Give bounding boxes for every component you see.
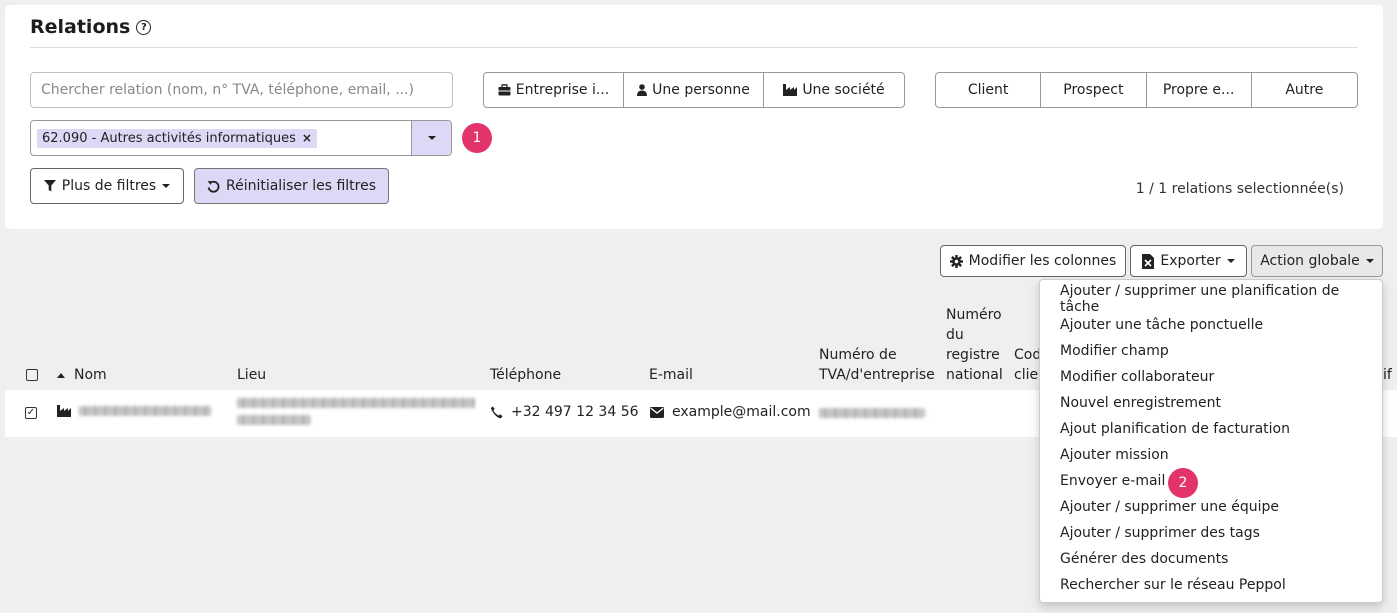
relation-category-filter: Client Prospect Propre e... Autre — [935, 72, 1358, 108]
menu-item-peppol-search[interactable]: Rechercher sur le réseau Peppol — [1040, 572, 1382, 598]
row-checkbox[interactable]: ✓ — [25, 407, 37, 419]
page-title: Relations ? — [30, 16, 152, 38]
activity-tag: 62.090 - Autres activités informatiques … — [37, 128, 317, 148]
column-header-place[interactable]: Lieu — [237, 365, 266, 385]
page-title-text: Relations — [30, 16, 131, 38]
reset-filters-label: Réinitialiser les filtres — [225, 178, 376, 194]
column-header-phone[interactable]: Téléphone — [490, 365, 561, 385]
edit-columns-label: Modifier les colonnes — [968, 253, 1117, 269]
column-header-nat-line: du — [946, 327, 964, 343]
export-button[interactable]: Exporter — [1130, 245, 1247, 277]
column-header-vat-line: Numéro de — [819, 347, 897, 363]
row-phone-cell[interactable]: +32 497 12 34 56 — [490, 404, 639, 420]
select-all-checkbox[interactable] — [26, 369, 38, 381]
type-option-label: Une personne — [652, 82, 750, 98]
row-email-cell[interactable]: example@mail.com — [650, 404, 811, 420]
type-option-label: Une société — [802, 82, 885, 98]
activity-tag-label: 62.090 - Autres activités informatiques — [42, 130, 296, 146]
column-header-name-label: Nom — [74, 367, 107, 383]
type-option-entreprise[interactable]: Entreprise i... — [484, 73, 624, 107]
activity-dropdown-toggle[interactable] — [411, 121, 451, 155]
redacted-address — [237, 398, 475, 408]
row-phone-value: +32 497 12 34 56 — [511, 404, 639, 420]
redacted-address — [237, 415, 311, 425]
type-option-label: Entreprise i... — [515, 82, 610, 98]
menu-item-team[interactable]: Ajouter / supprimer une équipe — [1040, 494, 1382, 520]
type-option-personne[interactable]: Une personne — [624, 73, 764, 107]
caret-down-icon — [162, 184, 171, 188]
envelope-icon — [650, 406, 664, 418]
column-header-nat-line: registre — [946, 347, 1000, 363]
column-header-email[interactable]: E-mail — [649, 365, 693, 385]
row-email-value: example@mail.com — [672, 404, 811, 420]
category-option-prospect[interactable]: Prospect — [1041, 73, 1147, 107]
menu-item-task-planning[interactable]: Ajouter / supprimer une planification de… — [1040, 283, 1382, 315]
title-divider — [30, 47, 1358, 48]
global-action-button[interactable]: Action globale — [1251, 245, 1383, 277]
question-circle-icon[interactable]: ? — [136, 19, 152, 35]
export-label: Exporter — [1160, 253, 1221, 269]
filter-panel: Relations ? Entreprise i... Une personne… — [5, 5, 1383, 229]
caret-down-icon — [427, 136, 436, 140]
global-action-label: Action globale — [1260, 253, 1360, 269]
excel-file-icon — [1142, 253, 1155, 269]
caret-down-icon — [1226, 259, 1235, 263]
column-header-nat-line: Numéro — [946, 307, 1002, 323]
caret-down-icon — [1365, 259, 1374, 263]
activity-select-tags: 62.090 - Autres activités informatiques … — [31, 121, 411, 155]
search-input[interactable] — [30, 72, 453, 108]
column-header-name[interactable]: Nom — [57, 365, 107, 385]
menu-item-one-time-task[interactable]: Ajouter une tâche ponctuelle — [1040, 312, 1382, 338]
briefcase-icon — [498, 84, 511, 96]
more-filters-label: Plus de filtres — [61, 178, 157, 194]
column-header-vat-line: TVA/d'entreprise — [819, 367, 935, 383]
column-header-nat-line: national — [946, 367, 1003, 383]
column-header-vat[interactable]: Numéro de TVA/d'entreprise — [819, 345, 935, 385]
edit-columns-button[interactable]: Modifier les colonnes — [940, 245, 1126, 277]
type-option-societe[interactable]: Une société — [764, 73, 904, 107]
column-header-national-register[interactable]: Numéro du registre national — [946, 305, 1003, 385]
activity-select[interactable]: 62.090 - Autres activités informatiques … — [30, 120, 452, 156]
selection-count: 1 / 1 relations selectionnée(s) — [1135, 181, 1344, 197]
menu-item-billing-planning[interactable]: Ajout planification de facturation — [1040, 416, 1382, 442]
gear-icon — [949, 254, 963, 268]
user-icon — [637, 84, 648, 96]
undo-icon — [207, 180, 220, 193]
more-filters-button[interactable]: Plus de filtres — [30, 168, 184, 204]
category-option-autre[interactable]: Autre — [1252, 73, 1357, 107]
remove-tag-icon[interactable]: × — [302, 131, 312, 145]
row-vat-cell — [819, 408, 925, 418]
factory-icon — [57, 405, 71, 417]
menu-item-edit-collaborator[interactable]: Modifier collaborateur — [1040, 364, 1382, 390]
sort-asc-icon — [57, 372, 65, 378]
redacted-vat — [819, 408, 925, 418]
column-header-code-line: clie — [1014, 367, 1039, 383]
row-name-cell[interactable] — [57, 405, 211, 417]
step-badge-1: 1 — [462, 123, 492, 153]
relation-type-filter: Entreprise i... Une personne Une société — [483, 72, 905, 108]
category-option-propre[interactable]: Propre e... — [1147, 73, 1252, 107]
phone-icon — [490, 406, 503, 418]
menu-item-generate-documents[interactable]: Générer des documents — [1040, 546, 1382, 572]
column-header-client-code[interactable]: Cod clie — [1014, 345, 1041, 385]
step-badge-2: 2 — [1168, 468, 1198, 498]
column-header-last[interactable]: if — [1383, 365, 1392, 385]
row-place-cell — [237, 398, 475, 425]
reset-filters-button[interactable]: Réinitialiser les filtres — [194, 168, 389, 204]
menu-item-tags[interactable]: Ajouter / supprimer des tags — [1040, 520, 1382, 546]
filter-icon — [43, 180, 56, 192]
redacted-name — [79, 406, 211, 416]
menu-item-send-email[interactable]: Envoyer e-mail — [1040, 468, 1382, 494]
menu-item-new-record[interactable]: Nouvel enregistrement — [1040, 390, 1382, 416]
category-option-client[interactable]: Client — [936, 73, 1042, 107]
global-action-menu: Ajouter / supprimer une planification de… — [1039, 279, 1383, 603]
menu-item-edit-field[interactable]: Modifier champ — [1040, 338, 1382, 364]
column-header-code-line: Cod — [1014, 347, 1042, 363]
menu-item-add-mission[interactable]: Ajouter mission — [1040, 442, 1382, 468]
factory-icon — [783, 84, 798, 96]
